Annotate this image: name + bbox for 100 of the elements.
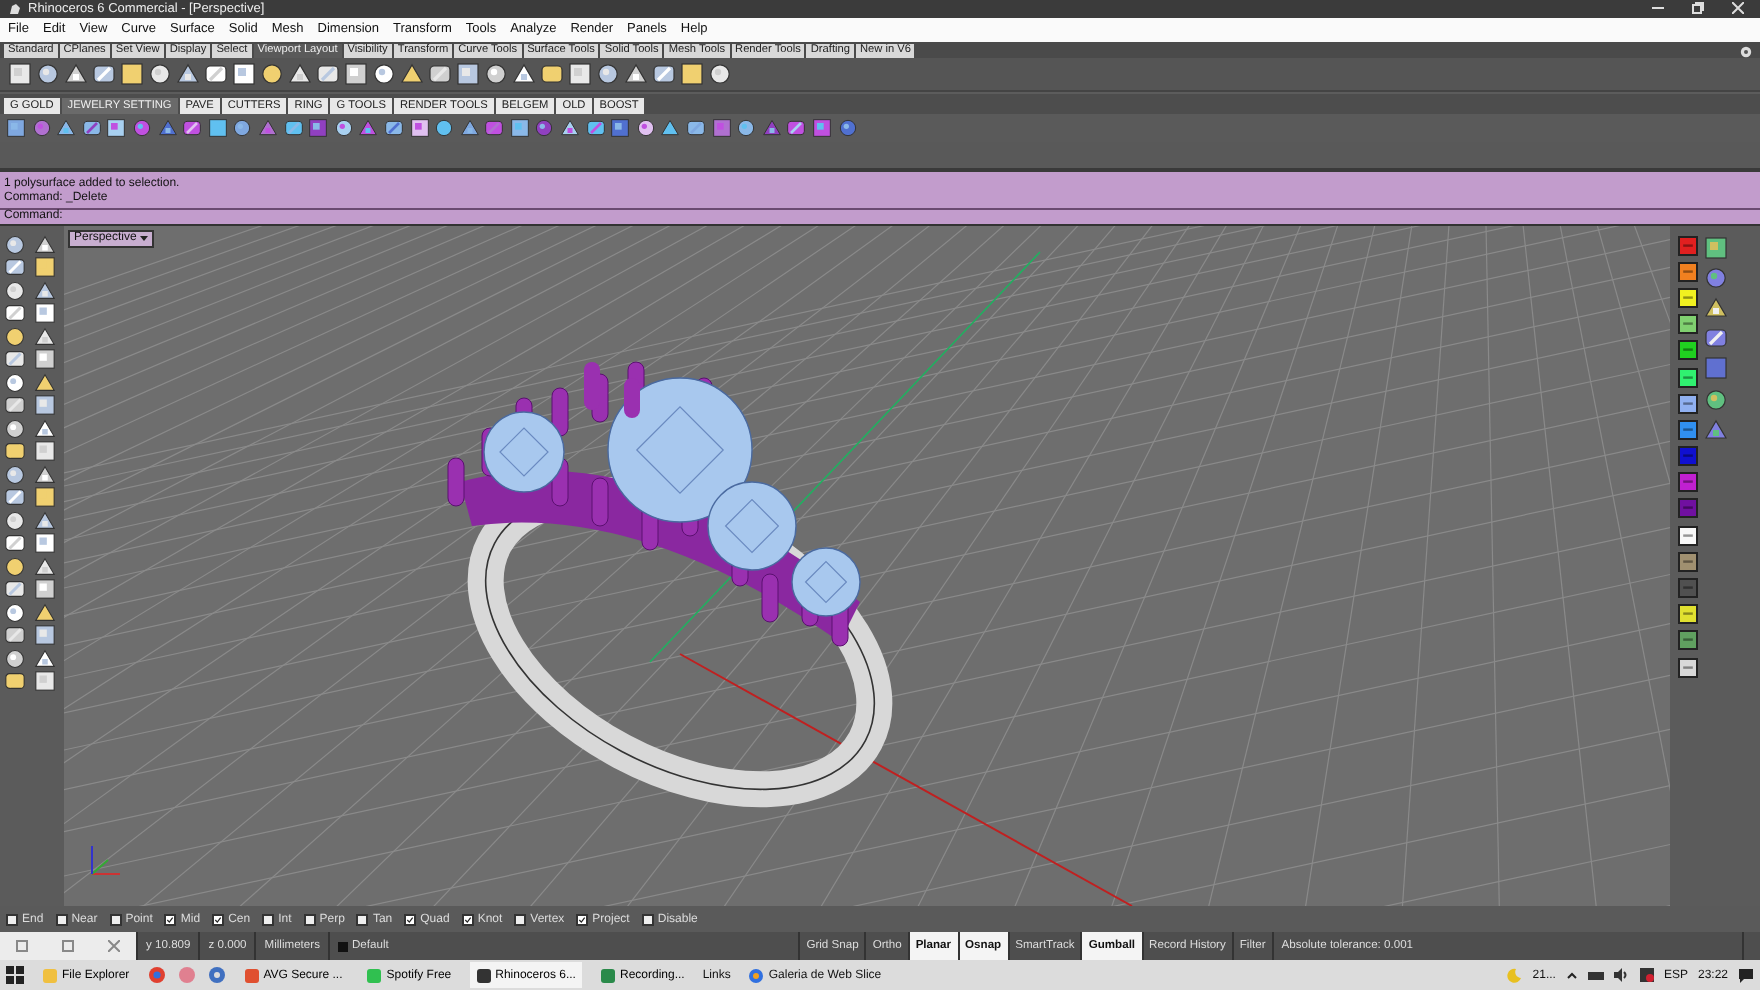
tool-icon[interactable] — [4, 509, 26, 532]
checkbox[interactable] — [461, 913, 474, 925]
minimize-icon[interactable] — [1652, 2, 1664, 15]
toolbar-icon[interactable] — [288, 61, 312, 86]
toolbar-icon[interactable] — [372, 61, 396, 86]
layer-swatch-icon[interactable] — [1678, 525, 1698, 546]
tool-icon[interactable] — [34, 371, 56, 394]
layer-swatch-icon[interactable] — [1678, 287, 1698, 308]
tool-icon[interactable] — [34, 440, 56, 463]
tool-icon[interactable] — [4, 394, 26, 417]
tool-icon[interactable] — [4, 647, 26, 670]
jewelry-tool-icon[interactable] — [786, 118, 807, 139]
jewelry-tool-icon[interactable] — [131, 118, 152, 139]
jewelry-tool-icon[interactable] — [812, 118, 832, 139]
ring-drawing[interactable] — [447, 360, 893, 807]
toolbar-icon[interactable] — [8, 61, 32, 86]
tool-icon[interactable] — [4, 532, 26, 555]
toolbar-icon[interactable] — [260, 61, 284, 86]
toolbar-icon[interactable] — [568, 61, 592, 86]
layer-swatch-icon[interactable] — [1678, 498, 1698, 519]
jewelry-tool-icon[interactable] — [509, 118, 530, 139]
speaker-icon[interactable] — [1613, 968, 1630, 983]
restore-icon[interactable] — [1692, 2, 1704, 15]
tool-icon[interactable] — [4, 371, 26, 394]
toolbar-icon[interactable] — [708, 61, 732, 86]
jewelry-tool-icon[interactable] — [635, 118, 656, 139]
display-tool-icon[interactable] — [1704, 265, 1728, 290]
tool-icon[interactable] — [4, 417, 26, 440]
toolbar-icon[interactable] — [456, 61, 480, 86]
tool-icon[interactable] — [34, 555, 56, 578]
tool-icon[interactable] — [34, 532, 56, 555]
jewelry-tool-icon[interactable] — [484, 118, 505, 139]
tool-icon[interactable] — [34, 233, 56, 256]
jewelry-tool-icon[interactable] — [383, 118, 404, 139]
jewelry-tool-icon[interactable] — [736, 118, 757, 139]
checkbox[interactable] — [212, 913, 225, 925]
jewelry-tool-icon[interactable] — [409, 118, 429, 139]
toolbar-icon[interactable] — [176, 61, 200, 86]
tool-icon[interactable] — [34, 325, 56, 348]
tool-icon[interactable] — [34, 348, 56, 371]
layer-swatch-icon[interactable] — [1678, 340, 1698, 361]
tool-icon[interactable] — [34, 279, 56, 302]
checkbox[interactable] — [514, 913, 527, 925]
display-tool-icon[interactable] — [1704, 295, 1728, 320]
tool-icon[interactable] — [4, 601, 26, 624]
layer-swatch-icon[interactable] — [1678, 446, 1698, 467]
jewelry-tool-icon[interactable] — [761, 118, 782, 139]
toolbar-icon[interactable] — [316, 61, 340, 86]
jewelry-tool-icon[interactable] — [157, 118, 178, 139]
jewelry-tool-icon[interactable] — [333, 118, 354, 139]
layer-swatch-icon[interactable] — [1678, 551, 1698, 572]
toolbar-icon[interactable] — [120, 61, 144, 86]
tool-icon[interactable] — [4, 348, 26, 371]
layer-swatch-icon[interactable] — [1678, 235, 1698, 256]
tool-icon[interactable] — [4, 440, 26, 463]
toolbar-icon[interactable] — [344, 61, 368, 86]
layer-swatch-icon[interactable] — [1678, 578, 1698, 599]
jewelry-tool-icon[interactable] — [358, 118, 379, 139]
layer-swatch-icon[interactable] — [1678, 657, 1698, 678]
checkbox[interactable] — [55, 913, 68, 925]
jewelry-tool-icon[interactable] — [534, 118, 555, 139]
toolbar-icon[interactable] — [148, 61, 172, 86]
toolbar-icon[interactable] — [400, 61, 424, 86]
notification-icon[interactable] — [1738, 967, 1754, 984]
toolbar-icon[interactable] — [64, 61, 88, 86]
jewelry-tool-icon[interactable] — [686, 118, 707, 139]
jewelry-tool-icon[interactable] — [308, 118, 329, 139]
tool-icon[interactable] — [34, 486, 56, 509]
toolbar-icon[interactable] — [36, 61, 60, 86]
tool-icon[interactable] — [34, 624, 56, 647]
tool-icon[interactable] — [34, 463, 56, 486]
tool-icon[interactable] — [4, 233, 26, 256]
jewelry-tool-icon[interactable] — [6, 118, 26, 139]
tool-icon[interactable] — [4, 256, 26, 279]
jewelry-tool-icon[interactable] — [232, 118, 253, 139]
layer-swatch-icon[interactable] — [1678, 261, 1698, 282]
checkbox[interactable] — [262, 913, 275, 925]
toolbar-icon[interactable] — [652, 61, 676, 86]
jewelry-tool-icon[interactable] — [56, 118, 77, 139]
jewelry-tool-icon[interactable] — [106, 118, 127, 139]
maximize-icon[interactable] — [61, 940, 74, 953]
browser-icon[interactable] — [147, 966, 166, 985]
toolbar-icon[interactable] — [680, 61, 704, 86]
tool-icon[interactable] — [34, 256, 56, 279]
tool-icon[interactable] — [4, 624, 26, 647]
checkbox[interactable] — [404, 913, 417, 925]
jewelry-tool-icon[interactable] — [182, 118, 203, 139]
tool-icon[interactable] — [34, 578, 56, 601]
toolbar-icon[interactable] — [428, 61, 452, 86]
jewelry-tool-icon[interactable] — [585, 118, 606, 139]
tool-icon[interactable] — [4, 555, 26, 578]
toolbar-icon[interactable] — [204, 61, 228, 86]
layer-swatch-icon[interactable] — [1678, 393, 1698, 414]
tool-icon[interactable] — [4, 486, 26, 509]
tool-icon[interactable] — [34, 302, 56, 325]
jewelry-tool-icon[interactable] — [560, 118, 581, 139]
jewelry-tool-icon[interactable] — [837, 118, 858, 139]
tool-icon[interactable] — [34, 417, 56, 440]
toolbar-icon[interactable] — [92, 61, 116, 86]
jewelry-tool-icon[interactable] — [434, 118, 455, 139]
